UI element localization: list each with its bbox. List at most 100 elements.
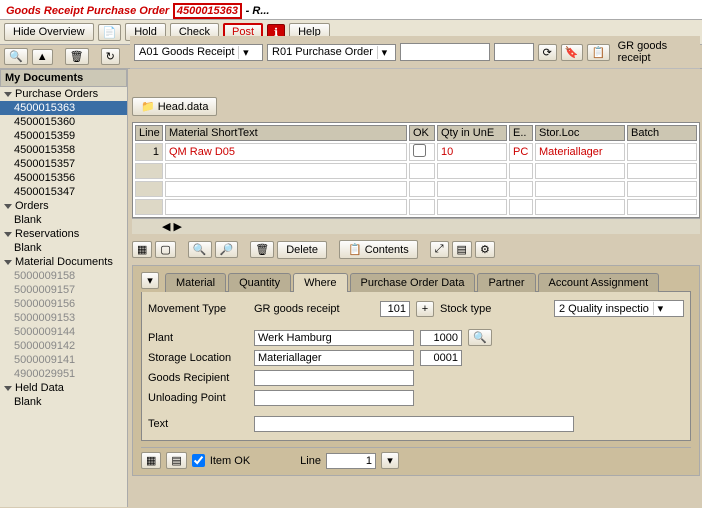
search-next-icon[interactable]: 🔎 bbox=[215, 241, 239, 258]
purchase-orders-node[interactable]: Purchase Orders bbox=[0, 87, 127, 101]
col-qty[interactable]: Qty in UnE bbox=[437, 125, 507, 141]
held-data-node[interactable]: Held Data bbox=[0, 381, 127, 395]
col-e[interactable]: E.. bbox=[509, 125, 533, 141]
selector-bar: A01 Goods Receipt ▾ R01 Purchase Order ▾… bbox=[130, 36, 700, 69]
sidebar-item[interactable]: Blank bbox=[0, 241, 127, 255]
delete-button[interactable]: Delete bbox=[277, 241, 327, 259]
plant-search-icon[interactable]: 🔍 bbox=[468, 329, 492, 346]
my-documents-header: My Documents bbox=[0, 69, 127, 87]
tab-material[interactable]: Material bbox=[165, 273, 226, 292]
line-dropdown-icon[interactable]: ▾ bbox=[381, 452, 399, 469]
ok-checkbox[interactable] bbox=[413, 144, 426, 157]
sidebar-item[interactable]: 5000009157 bbox=[0, 283, 127, 297]
col-line[interactable]: Line bbox=[135, 125, 163, 141]
purchase-order-value: R01 Purchase Order bbox=[272, 46, 373, 58]
col-material-shorttext[interactable]: Material ShortText bbox=[165, 125, 407, 141]
trash-icon[interactable]: 🗑 bbox=[250, 241, 274, 258]
search-icon[interactable]: 🔍 bbox=[188, 241, 212, 258]
plus-icon[interactable]: + bbox=[416, 301, 434, 317]
history-icon[interactable]: 📋 bbox=[587, 44, 610, 61]
grid-action-row: ▦ ▢ 🔍 🔎 🗑 Delete 📋 Contents ⤢ ▤ ⚙ bbox=[132, 240, 700, 259]
material-documents-node[interactable]: Material Documents bbox=[0, 255, 127, 269]
find-icon[interactable]: 🔖 bbox=[561, 44, 584, 61]
title-suffix: - R... bbox=[246, 5, 270, 17]
text-label: Text bbox=[148, 418, 248, 430]
sidebar-item[interactable]: 5000009158 bbox=[0, 269, 127, 283]
sidebar-item[interactable]: Blank bbox=[0, 213, 127, 227]
overview-refresh-icon[interactable]: ↻ bbox=[101, 48, 120, 65]
reservations-node[interactable]: Reservations bbox=[0, 227, 127, 241]
stock-type-combo[interactable]: 2 Quality inspectio▾ bbox=[554, 300, 684, 317]
doc-number-input[interactable] bbox=[400, 43, 490, 61]
table-row[interactable]: 1QM Raw D0510PCMateriallager bbox=[135, 143, 697, 161]
sidebar-item[interactable]: 5000009144 bbox=[0, 325, 127, 339]
unloading-point-input[interactable] bbox=[254, 390, 414, 406]
goods-receipt-combo[interactable]: A01 Goods Receipt ▾ bbox=[134, 44, 263, 61]
gr-goods-receipt-label: GR goods receipt bbox=[618, 40, 696, 64]
movement-type-value: GR goods receipt bbox=[254, 303, 374, 315]
tab-account-assignment[interactable]: Account Assignment bbox=[538, 273, 660, 292]
doc-item-input[interactable] bbox=[494, 43, 534, 61]
settings-icon[interactable]: ⚙ bbox=[475, 241, 495, 258]
detail-footer: ▦ ▤ Item OK Line 1 ▾ bbox=[141, 447, 691, 469]
sidebar-item[interactable]: 4500015358 bbox=[0, 143, 127, 157]
goods-recipient-input[interactable] bbox=[254, 370, 414, 386]
expand-icon bbox=[4, 260, 12, 265]
overview-search-icon[interactable]: 🔍 bbox=[4, 48, 28, 65]
sidebar-item[interactable]: 5000009142 bbox=[0, 339, 127, 353]
contents-button[interactable]: 📋 Contents bbox=[339, 240, 418, 259]
hide-overview-button[interactable]: Hide Overview bbox=[4, 23, 94, 41]
line-number-value[interactable]: 1 bbox=[326, 453, 376, 469]
movement-type-code[interactable]: 101 bbox=[380, 301, 410, 317]
items-grid[interactable]: Line Material ShortText OK Qty in UnE E.… bbox=[132, 122, 700, 218]
overview-delete-icon[interactable]: 🗑 bbox=[65, 48, 89, 65]
sidebar-item[interactable]: 4500015357 bbox=[0, 157, 127, 171]
col-batch[interactable]: Batch bbox=[627, 125, 697, 141]
overview-up-icon[interactable]: ▲ bbox=[32, 49, 53, 65]
text-input[interactable] bbox=[254, 416, 574, 432]
sidebar-item[interactable]: 5000009156 bbox=[0, 297, 127, 311]
col-ok[interactable]: OK bbox=[409, 125, 435, 141]
sidebar-item[interactable]: 4500015356 bbox=[0, 171, 127, 185]
expand-icon bbox=[4, 386, 12, 391]
layout-icon[interactable]: ▤ bbox=[452, 241, 472, 258]
plant-code[interactable]: 1000 bbox=[420, 330, 462, 346]
storage-location-label: Storage Location bbox=[148, 352, 248, 364]
new-doc-icon[interactable]: 📄 bbox=[98, 24, 122, 41]
item-ok-label: Item OK bbox=[210, 455, 250, 467]
footer-icon-2[interactable]: ▤ bbox=[166, 452, 186, 469]
item-ok-checkbox[interactable] bbox=[192, 454, 205, 467]
expand-icon bbox=[4, 92, 12, 97]
plant-label: Plant bbox=[148, 332, 248, 344]
head-data-button[interactable]: 📁 Head.data bbox=[132, 97, 217, 116]
sidebar-item[interactable]: 4500015359 bbox=[0, 129, 127, 143]
col-storloc[interactable]: Stor.Loc bbox=[535, 125, 625, 141]
detail-tabs: MaterialQuantityWherePurchase Order Data… bbox=[165, 272, 691, 292]
window-title: Goods Receipt Purchase Order 4500015363 … bbox=[0, 0, 702, 19]
sidebar-item[interactable]: 4500015360 bbox=[0, 115, 127, 129]
storage-location-code[interactable]: 0001 bbox=[420, 350, 462, 366]
grid-scrollbar[interactable]: ◀ ▶ bbox=[132, 218, 700, 234]
tab-where[interactable]: Where bbox=[293, 273, 347, 292]
collapse-detail-icon[interactable]: ▾ bbox=[141, 272, 159, 289]
stock-type-label: Stock type bbox=[440, 303, 540, 315]
expand-icon[interactable]: ⤢ bbox=[430, 241, 449, 258]
sidebar-item[interactable]: 4900029951 bbox=[0, 367, 127, 381]
tab-quantity[interactable]: Quantity bbox=[228, 273, 291, 292]
tab-partner[interactable]: Partner bbox=[477, 273, 535, 292]
sidebar-item[interactable]: Blank bbox=[0, 395, 127, 409]
execute-icon[interactable]: ⟳ bbox=[538, 44, 556, 61]
sidebar-item[interactable]: 5000009141 bbox=[0, 353, 127, 367]
sidebar-item[interactable]: 4500015363 bbox=[0, 101, 127, 115]
sidebar-item[interactable]: 4500015347 bbox=[0, 185, 127, 199]
select-all-icon[interactable]: ▦ bbox=[132, 241, 152, 258]
plant-value[interactable]: Werk Hamburg bbox=[254, 330, 414, 346]
deselect-all-icon[interactable]: ▢ bbox=[155, 241, 175, 258]
purchase-order-combo[interactable]: R01 Purchase Order ▾ bbox=[267, 44, 396, 61]
storage-location-value[interactable]: Materiallager bbox=[254, 350, 414, 366]
sidebar-item[interactable]: 5000009153 bbox=[0, 311, 127, 325]
footer-icon-1[interactable]: ▦ bbox=[141, 452, 161, 469]
tab-purchase-order-data[interactable]: Purchase Order Data bbox=[350, 273, 476, 292]
line-label: Line bbox=[300, 455, 321, 467]
orders-node[interactable]: Orders bbox=[0, 199, 127, 213]
